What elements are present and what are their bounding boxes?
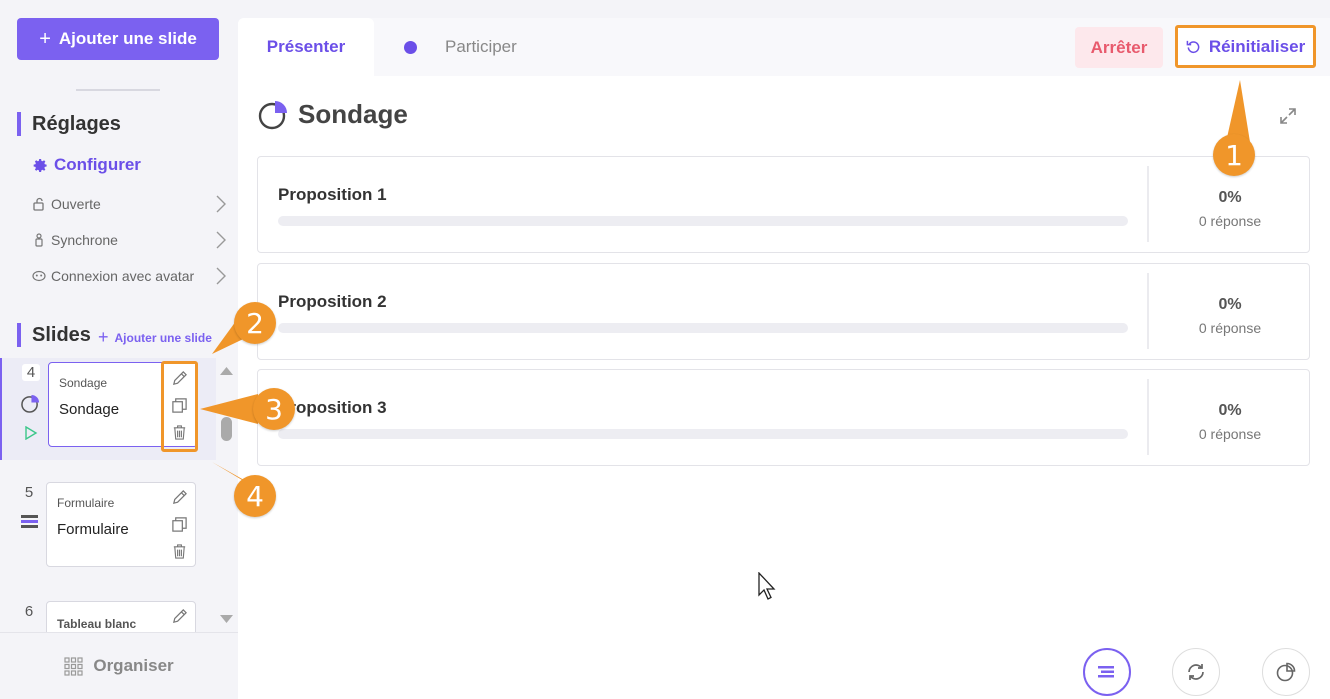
divider (76, 89, 160, 91)
slide-name: Sondage (59, 401, 120, 418)
slide-number: 5 (24, 484, 34, 501)
person-icon (35, 233, 43, 247)
option-progress-bar (278, 429, 1128, 439)
option-responses: 0 réponse (1198, 320, 1262, 336)
grid-icon (64, 656, 83, 676)
scroll-down-arrow[interactable] (219, 614, 234, 624)
page-title: Sondage (258, 98, 408, 130)
slide-item-5[interactable]: 5 Formulaire Formulaire (0, 478, 216, 570)
menu-item-open[interactable]: Ouverte (32, 193, 228, 215)
main-panel: Présenter Participer Arrêter Réinitialis… (238, 18, 1330, 699)
menu-item-sync[interactable]: Synchrone (32, 229, 228, 251)
add-slide-button[interactable]: + Ajouter une slide (17, 18, 219, 60)
option-percent: 0% (1218, 189, 1242, 206)
pie-chart-icon (1276, 662, 1296, 682)
slide-number: 6 (24, 603, 34, 620)
reset-label: Réinitialiser (1208, 36, 1306, 56)
trash-icon[interactable] (171, 424, 188, 441)
slide-actions (169, 608, 189, 625)
slide-number: 4 (22, 364, 40, 381)
results-view-button[interactable] (1083, 648, 1131, 696)
poll-option: Proposition 2 0% 0 réponse (257, 263, 1310, 360)
tab-participate[interactable]: Participer (404, 18, 517, 76)
duplicate-icon[interactable] (171, 516, 188, 533)
option-label: Proposition 2 (278, 292, 387, 311)
pencil-icon[interactable] (171, 489, 188, 506)
slides-add-button[interactable]: + Ajouter une slide (98, 327, 212, 348)
slide-actions (169, 489, 189, 560)
callout-badge: 1 (1213, 134, 1255, 176)
poll-title: Sondage (298, 98, 408, 129)
refresh-icon (1188, 664, 1204, 680)
pencil-icon[interactable] (171, 370, 188, 387)
organize-label: Organiser (93, 656, 174, 675)
configure-label: Configurer (54, 155, 141, 174)
slide-card[interactable]: Formulaire Formulaire (46, 482, 196, 567)
slides-add-label: Ajouter une slide (114, 330, 212, 345)
slide-item-6[interactable]: 6 Tableau blanc (0, 597, 216, 632)
duplicate-icon[interactable] (171, 397, 188, 414)
callout-badge: 2 (234, 302, 276, 344)
tab-present[interactable]: Présenter (238, 18, 374, 76)
menu-item-label: Ouverte (51, 196, 101, 212)
menu-item-avatar[interactable]: Connexion avec avatar (32, 265, 228, 287)
poll-pie-icon (258, 101, 287, 130)
slide-kind: Sondage (59, 376, 108, 390)
stop-button[interactable]: Arrêter (1075, 27, 1163, 68)
tab-participate-label: Participer (445, 37, 517, 56)
gear-icon (33, 158, 47, 172)
menu-item-label: Synchrone (51, 232, 118, 248)
pencil-icon[interactable] (171, 608, 188, 625)
slide-kind: Tableau blanc (57, 617, 137, 631)
pie-view-button[interactable] (1262, 648, 1310, 696)
tab-bar: Présenter Participer Arrêter Réinitialis… (238, 18, 1330, 76)
slides-title: Slides (17, 323, 91, 347)
option-label: Proposition 1 (278, 185, 387, 204)
callout-badge: 4 (234, 475, 276, 517)
slide-card[interactable]: Tableau blanc (46, 601, 196, 632)
mouse-cursor-icon (758, 572, 776, 600)
refresh-button[interactable] (1172, 648, 1220, 696)
slide-kind: Formulaire (57, 496, 115, 510)
configure-link[interactable]: Configurer (33, 155, 141, 175)
reset-button[interactable]: Réinitialiser (1175, 25, 1316, 68)
trash-icon[interactable] (171, 543, 188, 560)
slide-actions (171, 370, 188, 441)
add-slide-label: Ajouter une slide (58, 29, 197, 48)
poll-pie-icon (21, 394, 40, 413)
option-progress-bar (278, 216, 1128, 226)
scroll-up-arrow[interactable] (219, 366, 234, 376)
callout-badge: 3 (253, 388, 295, 430)
poll-option: Proposition 3 0% 0 réponse (257, 369, 1310, 466)
option-responses: 0 réponse (1198, 213, 1262, 229)
reset-icon (1186, 40, 1200, 54)
slide-actions-highlight (161, 361, 198, 452)
chevron-right-icon (216, 195, 226, 213)
scrollbar-thumb[interactable] (221, 417, 232, 441)
chevron-right-icon (216, 231, 226, 249)
bars-icon (1098, 666, 1114, 678)
plus-icon: + (39, 27, 51, 50)
slide-name: Formulaire (57, 521, 129, 538)
unlock-icon (33, 197, 44, 211)
settings-title: Réglages (17, 112, 121, 136)
form-icon (21, 515, 38, 528)
avatar-mask-icon (32, 270, 46, 282)
plus-icon: + (98, 327, 109, 347)
organize-button[interactable]: Organiser (0, 632, 238, 699)
play-icon[interactable] (24, 426, 38, 440)
option-percent: 0% (1218, 402, 1242, 419)
option-responses: 0 réponse (1198, 426, 1262, 442)
menu-item-label: Connexion avec avatar (51, 268, 195, 284)
option-progress-bar (278, 323, 1128, 333)
poll-option: Proposition 1 0% 0 réponse (257, 156, 1310, 253)
expand-icon[interactable] (1278, 106, 1298, 126)
sidebar: + Ajouter une slide Réglages Configurer … (0, 0, 238, 699)
chevron-right-icon (216, 267, 226, 285)
live-dot-icon (404, 40, 417, 54)
option-percent: 0% (1218, 296, 1242, 313)
